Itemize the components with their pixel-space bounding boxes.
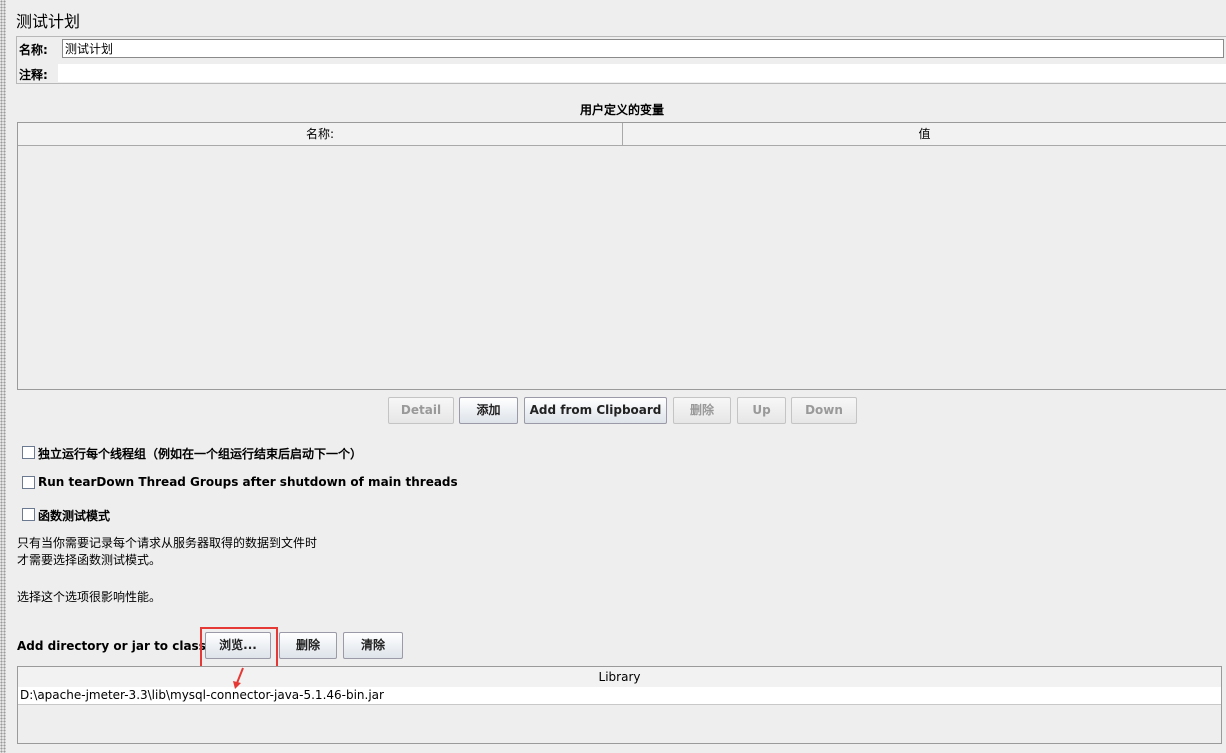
teardown-checkbox[interactable] (22, 476, 35, 489)
functional-mode-checkbox[interactable] (22, 508, 35, 521)
detail-button[interactable]: Detail (388, 397, 454, 424)
library-column-header[interactable]: Library (18, 667, 1221, 688)
up-button[interactable]: Up (737, 397, 786, 424)
page-title: 测试计划 (16, 12, 81, 31)
clear-classpath-button[interactable]: 清除 (343, 632, 403, 659)
library-row[interactable]: D:\apache-jmeter-3.3\lib\mysql-connector… (18, 687, 1221, 705)
functional-mode-label: 函数测试模式 (38, 509, 111, 523)
comment-label: 注释: (19, 68, 48, 82)
comment-input[interactable] (58, 64, 1226, 82)
highlight-box (200, 627, 278, 668)
functional-note-line3: 选择这个选项很影响性能。 (17, 590, 162, 604)
teardown-label: Run tearDown Thread Groups after shutdow… (38, 475, 458, 489)
annotation-arrow-icon (233, 667, 244, 689)
name-input[interactable] (62, 39, 1224, 58)
variables-table-header: 名称: 值 (18, 123, 1226, 146)
down-button[interactable]: Down (791, 397, 857, 424)
variables-title: 用户定义的变量 (579, 103, 664, 117)
delete-classpath-button[interactable]: 删除 (279, 632, 337, 659)
variables-table[interactable]: 名称: 值 (17, 122, 1226, 390)
name-label: 名称: (19, 43, 48, 57)
add-button[interactable]: 添加 (459, 397, 518, 424)
add-from-clipboard-button[interactable]: Add from Clipboard (524, 397, 667, 424)
delete-variable-button[interactable]: 删除 (673, 397, 731, 424)
serialize-label: 独立运行每个线程组（例如在一个组运行结束后启动下一个） (38, 447, 363, 461)
column-header-name[interactable]: 名称: (18, 123, 623, 145)
functional-note-line2: 才需要选择函数测试模式。 (17, 553, 162, 567)
serialize-checkbox[interactable] (22, 446, 35, 459)
library-table[interactable]: Library D:\apache-jmeter-3.3\lib\mysql-c… (17, 666, 1222, 744)
functional-note-line1: 只有当你需要记录每个请求从服务器取得的数据到文件时 (17, 536, 318, 550)
column-header-value[interactable]: 值 (623, 123, 1226, 145)
